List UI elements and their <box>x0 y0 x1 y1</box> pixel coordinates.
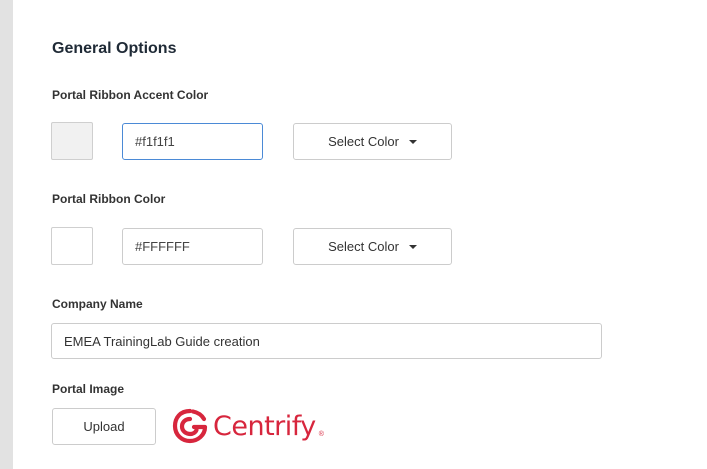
accent-color-input[interactable] <box>122 123 263 160</box>
chevron-down-icon <box>408 139 417 144</box>
company-name-label: Company Name <box>52 297 143 311</box>
centrify-logo-icon <box>172 408 208 444</box>
portal-image-label: Portal Image <box>52 382 125 396</box>
accent-select-color-label: Select Color <box>328 134 399 149</box>
portal-image-preview: Centrify ® <box>170 404 324 448</box>
ribbon-color-label: Portal Ribbon Color <box>52 192 166 206</box>
ribbon-color-input[interactable] <box>122 228 263 265</box>
accent-select-color-button[interactable]: Select Color <box>293 123 452 160</box>
section-title: General Options <box>52 40 177 57</box>
registered-mark: ® <box>318 431 324 438</box>
ribbon-color-swatch <box>51 227 93 265</box>
logo-text: Centrify <box>213 410 316 442</box>
accent-color-label: Portal Ribbon Accent Color <box>52 88 209 102</box>
upload-button[interactable]: Upload <box>52 408 156 445</box>
ribbon-select-color-button[interactable]: Select Color <box>293 228 452 265</box>
accent-color-swatch <box>51 122 93 160</box>
left-rail <box>0 0 13 469</box>
chevron-down-icon <box>408 244 417 249</box>
company-name-input[interactable] <box>51 323 602 359</box>
ribbon-select-color-label: Select Color <box>328 239 399 254</box>
